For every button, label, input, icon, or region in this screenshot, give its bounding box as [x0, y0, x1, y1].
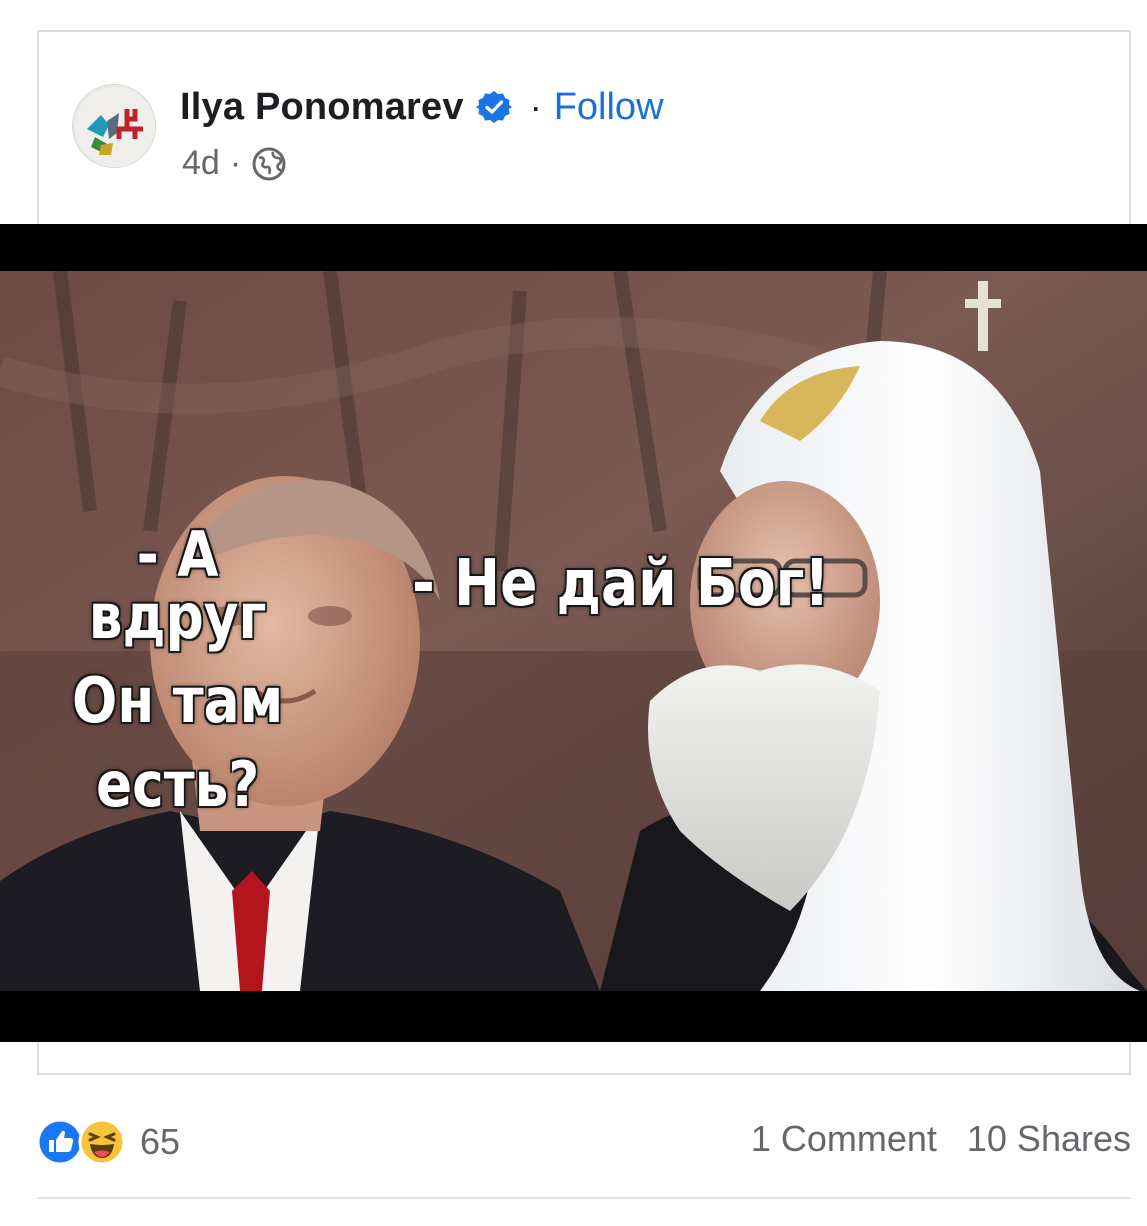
footer-divider — [37, 1197, 1131, 1199]
verified-badge-icon — [475, 89, 512, 125]
post-image[interactable]: - А вдруг Он там есть? - Не дай Бог! — [0, 224, 1147, 1042]
follow-button[interactable]: Follow — [554, 86, 664, 129]
meme-caption-right: - Не дай Бог! — [412, 547, 830, 621]
caption-left-line: - А вдруг — [88, 518, 267, 653]
reaction-count: 65 — [140, 1121, 181, 1162]
caption-left-line: есть? — [95, 748, 260, 821]
like-icon — [36, 1118, 84, 1166]
post-meta: 4d · — [182, 144, 287, 183]
author-avatar[interactable] — [72, 84, 156, 168]
haha-icon — [78, 1118, 126, 1166]
shares-count-link[interactable]: 10 Shares — [967, 1118, 1131, 1160]
engagement-summary: 1 Comment 10 Shares — [751, 1118, 1131, 1160]
meme-caption-left: - А вдруг Он там есть? — [40, 524, 315, 838]
comments-count-link[interactable]: 1 Comment — [751, 1118, 937, 1160]
meta-separator: · — [229, 144, 242, 182]
caption-left-line: Он там — [71, 664, 284, 737]
globe-icon[interactable] — [251, 146, 287, 182]
author-name[interactable]: Ilya Ponomarev — [180, 86, 464, 129]
reactions-summary[interactable]: 65 — [36, 1118, 180, 1166]
post-time[interactable]: 4d — [182, 144, 220, 183]
header-separator: · — [529, 86, 542, 127]
post-header: Ilya Ponomarev · Follow — [180, 84, 664, 130]
